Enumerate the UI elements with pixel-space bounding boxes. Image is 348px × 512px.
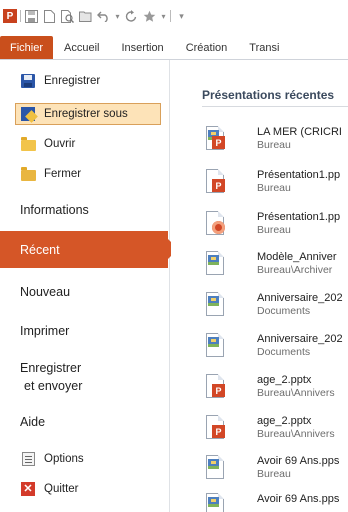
template-icon <box>206 493 226 512</box>
recent-file-path: Bureau\Annivers <box>257 387 335 399</box>
star-dropdown-icon[interactable]: ▾ <box>160 9 167 24</box>
save-icon[interactable] <box>24 9 39 24</box>
tab-creation[interactable]: Création <box>175 36 239 59</box>
nav-item-label: Informations <box>20 203 89 217</box>
print-preview-icon[interactable] <box>60 9 75 24</box>
redo-icon[interactable] <box>124 9 139 24</box>
recent-file-item[interactable]: Présentation1.pp Bureau <box>202 209 348 241</box>
nav-item-label-line2: et envoyer <box>24 379 83 393</box>
new-document-icon[interactable] <box>42 9 57 24</box>
ribbon-tabs: Fichier Accueil Insertion Création Trans… <box>0 36 348 60</box>
tab-accueil[interactable]: Accueil <box>53 36 110 59</box>
recent-file-name: age_2.pptx <box>257 374 312 386</box>
recent-file-path: Bureau <box>257 224 291 236</box>
template-icon <box>206 455 226 481</box>
template-icon <box>206 333 226 359</box>
nav-nouveau[interactable]: Nouveau <box>0 280 168 304</box>
nav-informations[interactable]: Informations <box>0 198 168 222</box>
backstage-nav: Enregistrer Enregistrer sous Ouvrir Ferm… <box>0 60 178 512</box>
pptx-icon: P <box>206 415 226 441</box>
nav-item-label: Nouveau <box>20 285 71 299</box>
template-icon <box>206 251 226 277</box>
close-folder-icon <box>20 166 36 182</box>
nav-fermer[interactable]: Fermer <box>0 163 168 185</box>
recent-file-path: Bureau <box>257 182 291 194</box>
nav-item-label: Enregistrer sous <box>44 108 128 120</box>
nav-item-label: Récent <box>20 242 60 257</box>
section-divider <box>202 106 348 107</box>
nav-imprimer[interactable]: Imprimer <box>0 319 168 343</box>
nav-item-label: Imprimer <box>20 324 70 338</box>
recent-file-item[interactable]: Modèle_Anniver Bureau\Archiver <box>202 249 348 281</box>
open-folder-icon[interactable] <box>78 9 93 24</box>
recent-file-path: Bureau\Annivers <box>257 428 335 440</box>
template-icon <box>206 292 226 318</box>
recent-file-item[interactable]: Avoir 69 Ans.pps <box>202 491 348 512</box>
nav-aide[interactable]: Aide <box>0 410 168 434</box>
options-icon <box>20 451 36 467</box>
open-folder-icon <box>20 136 36 152</box>
recent-file-item[interactable]: P LA MER (CRICRI Bureau <box>202 124 348 156</box>
recent-file-name: Avoir 69 Ans.pps <box>257 455 340 467</box>
recent-file-path: Bureau <box>257 139 291 151</box>
nav-ouvrir[interactable]: Ouvrir <box>0 133 168 155</box>
exit-icon: ✕ <box>20 481 36 497</box>
pptx-icon: P <box>206 374 226 400</box>
recent-file-name: Modèle_Anniver <box>257 251 337 263</box>
undo-dropdown-icon[interactable]: ▾ <box>114 9 121 24</box>
powerpoint-logo-icon[interactable]: P <box>3 9 17 23</box>
recent-file-item[interactable]: P Présentation1.pp Bureau <box>202 167 348 199</box>
recent-file-path: Documents <box>257 346 311 358</box>
section-title: Présentations récentes <box>202 88 335 102</box>
nav-quitter[interactable]: ✕ Quitter <box>0 478 168 500</box>
template-ppt-icon: P <box>206 126 226 152</box>
recent-file-path: Documents <box>257 305 311 317</box>
recent-file-name: Anniversaire_202 <box>257 333 343 345</box>
tab-fichier[interactable]: Fichier <box>0 36 54 59</box>
ppsx-icon <box>206 211 226 237</box>
toolbar-separator <box>20 10 21 22</box>
customize-toolbar-icon[interactable]: ▾ <box>174 9 189 24</box>
recent-file-path: Bureau\Archiver <box>257 264 333 276</box>
recent-file-name: age_2.pptx <box>257 415 312 427</box>
recent-file-item[interactable]: Anniversaire_202 Documents <box>202 331 348 363</box>
recent-file-item[interactable]: Avoir 69 Ans.pps Bureau <box>202 453 348 485</box>
recent-presentations-panel: Présentations récentes P LA MER (CRICRI … <box>171 60 348 512</box>
nav-item-label: Enregistrer <box>44 75 101 87</box>
nav-item-label: Options <box>44 453 84 465</box>
undo-icon[interactable] <box>96 9 111 24</box>
quick-access-toolbar: P ▾ ▾ ▾ <box>0 0 348 32</box>
toolbar-separator <box>170 10 171 22</box>
tab-insertion[interactable]: Insertion <box>110 36 174 59</box>
nav-options[interactable]: Options <box>0 448 168 470</box>
nav-enregistrer[interactable]: Enregistrer <box>0 70 168 92</box>
recent-file-name: LA MER (CRICRI <box>257 126 342 138</box>
tab-transitions[interactable]: Transi <box>238 36 290 59</box>
nav-item-label: Fermer <box>44 168 82 180</box>
pptx-icon: P <box>206 169 226 195</box>
nav-recent[interactable]: Récent <box>0 231 178 268</box>
recent-file-path: Bureau <box>257 468 291 480</box>
nav-item-label: Quitter <box>44 483 79 495</box>
recent-file-item[interactable]: P age_2.pptx Bureau\Annivers <box>202 413 348 445</box>
recent-file-name: Avoir 69 Ans.pps <box>257 493 340 505</box>
recent-file-name: Présentation1.pp <box>257 169 341 181</box>
recent-file-item[interactable]: Anniversaire_202 Documents <box>202 290 348 322</box>
save-icon <box>20 73 36 89</box>
nav-item-label: Enregistrer <box>20 361 82 375</box>
recent-file-item[interactable]: P age_2.pptx Bureau\Annivers <box>202 372 348 404</box>
recent-file-name: Anniversaire_202 <box>257 292 343 304</box>
nav-item-label: Aide <box>20 415 46 429</box>
nav-item-label: Ouvrir <box>44 138 76 150</box>
recent-file-name: Présentation1.pp <box>257 211 341 223</box>
star-icon[interactable] <box>142 9 157 24</box>
nav-enregistrer-et-envoyer[interactable]: Enregistrer et envoyer <box>0 357 168 397</box>
save-as-icon <box>20 106 36 122</box>
nav-enregistrer-sous[interactable]: Enregistrer sous <box>15 103 161 125</box>
